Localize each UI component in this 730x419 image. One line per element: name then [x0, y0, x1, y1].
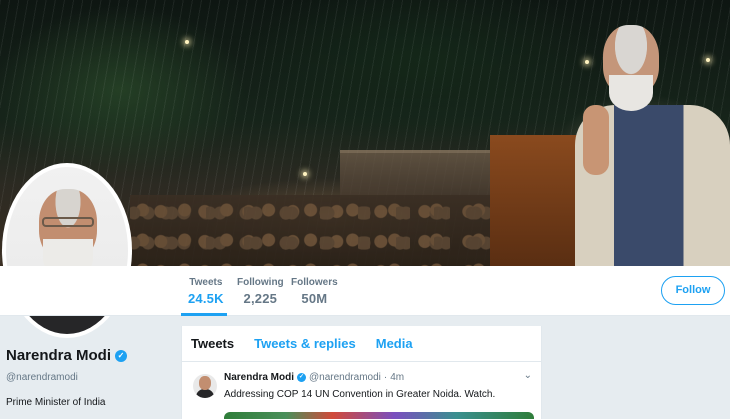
banner-portrait — [575, 25, 730, 266]
stat-tweets-label: Tweets — [189, 277, 223, 288]
timeline: Tweets Tweets & replies Media Narendra M… — [181, 326, 542, 419]
stat-following-label: Following — [237, 277, 284, 288]
tweet-timestamp[interactable]: 4m — [390, 372, 404, 383]
timeline-tabs: Tweets Tweets & replies Media — [182, 326, 541, 362]
profile-name-row: Narendra Modi ✓ — [6, 347, 128, 364]
tab-tweets-and-replies[interactable]: Tweets & replies — [254, 336, 356, 351]
stat-tweets-value: 24.5K — [188, 291, 224, 306]
tweet-author-handle[interactable]: @narendramodi — [309, 372, 381, 383]
tweet-separator: · — [383, 372, 388, 383]
profile-name[interactable]: Narendra Modi — [6, 347, 111, 364]
banner-lamp — [303, 172, 307, 176]
banner-lamp — [185, 40, 189, 44]
banner-stage — [490, 135, 585, 266]
stat-following-value: 2,225 — [243, 291, 278, 306]
active-stat-indicator — [181, 313, 227, 316]
verified-badge-icon: ✓ — [115, 349, 128, 362]
chevron-down-icon[interactable]: ⌄ — [524, 370, 532, 381]
profile-bio: Prime Minister of India — [6, 397, 106, 408]
profile-handle[interactable]: @narendramodi — [6, 372, 78, 383]
tweet-header: Narendra Modi ✓ @narendramodi · 4m — [224, 372, 404, 383]
stat-followers-value: 50M — [301, 291, 328, 306]
verified-badge-icon: ✓ — [297, 373, 307, 382]
tab-tweets[interactable]: Tweets — [191, 336, 234, 351]
tab-media[interactable]: Media — [376, 336, 413, 351]
tweet-author-name[interactable]: Narendra Modi — [224, 372, 294, 383]
stat-following[interactable]: Following 2,225 — [237, 277, 284, 306]
stat-followers-label: Followers — [291, 277, 338, 288]
tweet-media-preview[interactable] — [224, 412, 534, 419]
tweet-text: Addressing COP 14 UN Convention in Great… — [224, 389, 496, 400]
stat-tweets[interactable]: Tweets 24.5K — [188, 277, 224, 306]
stat-followers[interactable]: Followers 50M — [291, 277, 338, 306]
tweet-item[interactable]: Narendra Modi ✓ @narendramodi · 4m ⌄ Add… — [182, 362, 541, 419]
tweet-avatar[interactable] — [193, 374, 217, 398]
follow-button[interactable]: Follow — [661, 276, 725, 305]
banner-crowd — [130, 195, 510, 266]
profile-nav-bar: Tweets 24.5K Following 2,225 Followers 5… — [0, 266, 730, 316]
